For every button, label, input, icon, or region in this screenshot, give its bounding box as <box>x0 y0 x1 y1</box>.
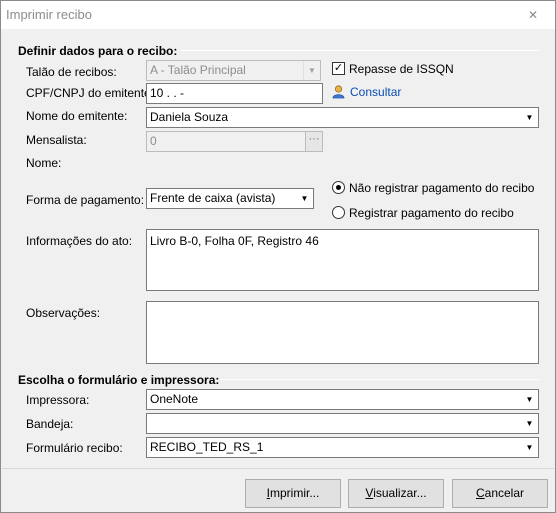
talao-value: A - Talão Principal <box>150 63 246 77</box>
talao-combo[interactable]: A - Talão Principal ▼ <box>146 60 321 81</box>
nao-registrar-label: Não registrar pagamento do recibo <box>349 181 535 195</box>
imprimir-button[interactable]: Imprimir... <box>245 479 341 508</box>
forma-pagamento-combo[interactable]: Frente de caixa (avista) ▼ <box>146 188 314 209</box>
impressora-combo[interactable]: OneNote ▼ <box>146 389 539 410</box>
talao-label: Talão de recibos: <box>26 65 117 79</box>
cpf-input[interactable]: 10 . . - <box>146 83 323 104</box>
chevron-down-icon[interactable]: ▼ <box>521 390 538 409</box>
nome-emitente-value: Daniela Souza <box>150 110 229 124</box>
user-icon[interactable] <box>332 85 345 99</box>
chevron-down-icon[interactable]: ▼ <box>521 414 538 433</box>
section-divider <box>220 379 539 380</box>
formulario-value: RECIBO_TED_RS_1 <box>150 440 264 454</box>
observacoes-textarea[interactable] <box>146 301 539 364</box>
ellipsis-icon[interactable]: ··· <box>305 132 322 151</box>
imprimir-label: mprimir... <box>270 486 320 500</box>
bandeja-label: Bandeja: <box>26 417 74 431</box>
section-divider <box>181 50 539 51</box>
repasse-label: Repasse de ISSQN <box>349 62 454 76</box>
informacoes-textarea[interactable]: Livro B-0, Folha 0F, Registro 46 <box>146 229 539 291</box>
forma-pagamento-label: Forma de pagamento: <box>26 193 145 207</box>
cancelar-button[interactable]: Cancelar <box>452 479 548 508</box>
chevron-down-icon[interactable]: ▼ <box>296 189 313 208</box>
visualizar-button[interactable]: Visualizar... <box>348 479 444 508</box>
cancelar-label: ancelar <box>484 486 525 500</box>
repasse-checkbox[interactable]: ✓ <box>332 62 345 75</box>
cpf-label: CPF/CNPJ do emitente: <box>26 86 155 100</box>
nome-label: Nome: <box>26 156 62 170</box>
close-icon[interactable]: ✕ <box>511 1 555 29</box>
mensalista-label: Mensalista: <box>26 133 87 147</box>
observacoes-label: Observações: <box>26 306 101 320</box>
mensalista-input[interactable]: 0 ··· <box>146 131 323 152</box>
informacoes-label: Informações do ato: <box>26 234 133 248</box>
section-title-impressora: Escolha o formulário e impressora: <box>18 373 220 387</box>
nome-emitente-label: Nome do emitente: <box>26 109 128 123</box>
nao-registrar-radio[interactable] <box>332 181 345 194</box>
impressora-value: OneNote <box>150 392 199 406</box>
registrar-radio[interactable] <box>332 206 345 219</box>
impressora-label: Impressora: <box>26 393 90 407</box>
footer-divider <box>2 468 554 469</box>
nome-emitente-combo[interactable]: Daniela Souza ▼ <box>146 107 539 128</box>
title-bar: Imprimir recibo ✕ <box>1 1 555 29</box>
chevron-down-icon[interactable]: ▼ <box>521 108 538 127</box>
formulario-label: Formulário recibo: <box>26 441 123 455</box>
visualizar-label: isualizar... <box>373 486 427 500</box>
imprimir-recibo-dialog: Imprimir recibo ✕ Definir dados para o r… <box>0 0 556 513</box>
registrar-label: Registrar pagamento do recibo <box>349 206 514 220</box>
bandeja-combo[interactable]: ▼ <box>146 413 539 434</box>
chevron-down-icon[interactable]: ▼ <box>521 438 538 457</box>
consultar-link[interactable]: Consultar <box>350 85 401 99</box>
section-title-recibo: Definir dados para o recibo: <box>18 44 178 58</box>
chevron-down-icon: ▼ <box>303 61 320 80</box>
forma-pagamento-value: Frente de caixa (avista) <box>150 191 276 205</box>
cancelar-accel: C <box>475 486 485 500</box>
window-title: Imprimir recibo <box>6 7 92 22</box>
formulario-combo[interactable]: RECIBO_TED_RS_1 ▼ <box>146 437 539 458</box>
mensalista-value: 0 <box>150 134 157 148</box>
